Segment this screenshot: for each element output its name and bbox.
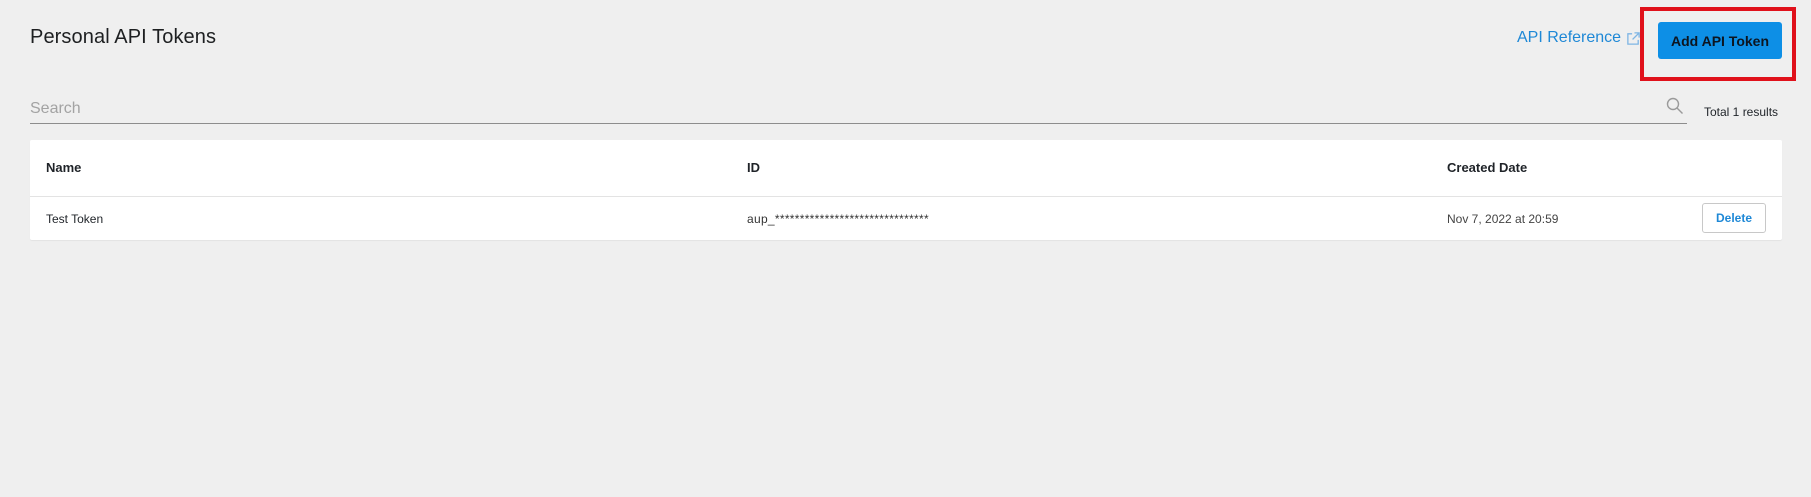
table-row: Test Token aup_*************************… — [30, 197, 1782, 239]
add-api-token-button[interactable]: Add API Token — [1658, 22, 1782, 59]
tokens-table: Name ID Created Date Test Token aup_****… — [30, 140, 1782, 240]
token-name-cell: Test Token — [46, 212, 104, 226]
column-header-name: Name — [46, 160, 82, 175]
total-results-count: Total 1 results — [1704, 105, 1779, 119]
external-link-icon — [1627, 31, 1640, 45]
search-icon[interactable] — [1665, 96, 1685, 116]
page-title: Personal API Tokens — [30, 26, 217, 48]
search-bar — [30, 94, 1687, 124]
column-header-id: ID — [747, 160, 760, 175]
token-id-cell: aup_******************************* — [747, 212, 929, 226]
table-header-row: Name ID Created Date — [30, 140, 1782, 197]
api-reference-label: API Reference — [1517, 29, 1622, 46]
personal-api-tokens-page: Personal API Tokens API Reference Add AP… — [0, 0, 1811, 497]
search-input[interactable] — [30, 95, 1665, 122]
column-header-created-date: Created Date — [1447, 160, 1528, 175]
token-created-date-cell: Nov 7, 2022 at 20:59 — [1447, 212, 1559, 226]
delete-token-button[interactable]: Delete — [1702, 203, 1766, 233]
api-reference-link[interactable]: API Reference — [1517, 29, 1641, 47]
